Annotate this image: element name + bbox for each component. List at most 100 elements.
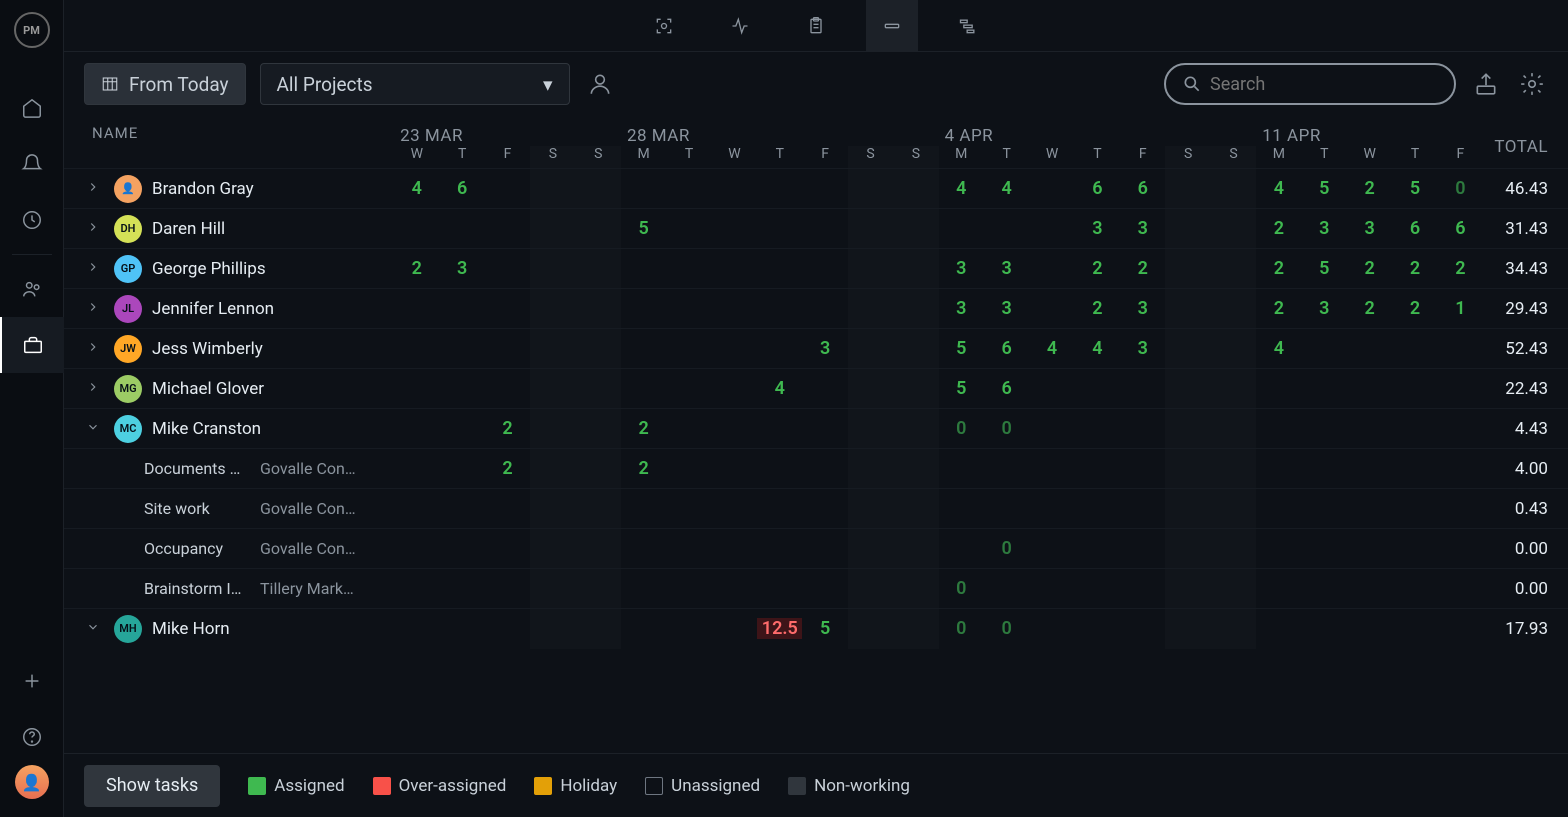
- nav-add[interactable]: [0, 653, 64, 709]
- workload-cell[interactable]: 6: [984, 378, 1029, 399]
- workload-cell[interactable]: 2: [1075, 258, 1120, 279]
- user-avatar[interactable]: 👤: [15, 765, 49, 799]
- workload-cell[interactable]: 3: [439, 258, 484, 279]
- workload-cell[interactable]: 4: [1256, 178, 1301, 199]
- workload-cell[interactable]: 2: [621, 458, 666, 479]
- workload-cell[interactable]: 2: [1256, 258, 1301, 279]
- workload-cell[interactable]: 2: [1438, 258, 1483, 279]
- workload-cell[interactable]: 0: [984, 418, 1029, 439]
- workload-cell[interactable]: 1: [1438, 298, 1483, 319]
- expand-chevron-icon[interactable]: [86, 419, 104, 439]
- expand-chevron-icon[interactable]: [86, 299, 104, 319]
- workload-cell[interactable]: 4: [1029, 338, 1074, 359]
- workload-cell[interactable]: 2: [1347, 298, 1392, 319]
- person-row[interactable]: MHMike Horn12.550017.93: [64, 609, 1568, 649]
- expand-chevron-icon[interactable]: [86, 619, 104, 639]
- person-row[interactable]: JLJennifer Lennon33232322129.43: [64, 289, 1568, 329]
- view-clipboard-icon[interactable]: [790, 0, 842, 52]
- workload-cell[interactable]: 2: [485, 458, 530, 479]
- workload-cell[interactable]: 4: [757, 378, 802, 399]
- nav-home[interactable]: [0, 80, 64, 136]
- task-row[interactable]: OccupancyGovalle Con…00.00: [64, 529, 1568, 569]
- export-icon[interactable]: [1470, 68, 1502, 100]
- workload-cell[interactable]: 2: [1347, 178, 1392, 199]
- nav-recent[interactable]: [0, 192, 64, 248]
- person-row[interactable]: JWJess Wimberly356443452.43: [64, 329, 1568, 369]
- workload-cell[interactable]: 5: [939, 338, 984, 359]
- view-scan-icon[interactable]: [638, 0, 690, 52]
- workload-cell[interactable]: 0: [939, 578, 984, 599]
- workload-cell[interactable]: 4: [394, 178, 439, 199]
- expand-chevron-icon[interactable]: [86, 339, 104, 359]
- workload-cell[interactable]: 6: [1075, 178, 1120, 199]
- person-row[interactable]: DHDaren Hill5332336631.43: [64, 209, 1568, 249]
- workload-cell[interactable]: 5: [1392, 178, 1437, 199]
- workload-cell[interactable]: 6: [1120, 178, 1165, 199]
- person-filter-icon[interactable]: [584, 68, 616, 100]
- workload-cell[interactable]: 5: [1302, 258, 1347, 279]
- search-input[interactable]: [1210, 74, 1438, 95]
- workload-cell[interactable]: 2: [1392, 298, 1437, 319]
- workload-cell[interactable]: 0: [939, 418, 984, 439]
- workload-cell[interactable]: 0: [1438, 178, 1483, 199]
- workload-cell[interactable]: 3: [802, 338, 847, 359]
- workload-cell[interactable]: 2: [1347, 258, 1392, 279]
- view-activity-icon[interactable]: [714, 0, 766, 52]
- task-row[interactable]: Brainstorm I…Tillery Mark…00.00: [64, 569, 1568, 609]
- expand-chevron-icon[interactable]: [86, 379, 104, 399]
- workload-cell[interactable]: 3: [1120, 298, 1165, 319]
- nav-workload[interactable]: [0, 317, 64, 373]
- workload-cell[interactable]: 4: [1256, 338, 1301, 359]
- person-row[interactable]: GPGeorge Phillips2333222522234.43: [64, 249, 1568, 289]
- workload-cell[interactable]: 6: [439, 178, 484, 199]
- workload-cell[interactable]: 4: [1075, 338, 1120, 359]
- workload-cell[interactable]: 5: [621, 218, 666, 239]
- nav-help[interactable]: [0, 709, 64, 765]
- workload-cell[interactable]: 2: [1256, 298, 1301, 319]
- search-box[interactable]: [1164, 63, 1456, 105]
- workload-cell[interactable]: 3: [1120, 338, 1165, 359]
- workload-cell[interactable]: 3: [1347, 218, 1392, 239]
- nav-notifications[interactable]: [0, 136, 64, 192]
- workload-cell[interactable]: 2: [394, 258, 439, 279]
- workload-cell[interactable]: 3: [984, 258, 1029, 279]
- show-tasks-button[interactable]: Show tasks: [84, 765, 220, 807]
- task-row[interactable]: Documents …Govalle Con…224.00: [64, 449, 1568, 489]
- workload-grid[interactable]: NAME23 MAR28 MAR4 APR11 APRTOTALWTFSSMTW…: [64, 116, 1568, 753]
- settings-icon[interactable]: [1516, 68, 1548, 100]
- workload-cell[interactable]: 3: [939, 258, 984, 279]
- workload-cell[interactable]: 0: [984, 618, 1029, 639]
- expand-chevron-icon[interactable]: [86, 179, 104, 199]
- expand-chevron-icon[interactable]: [86, 259, 104, 279]
- workload-cell[interactable]: 6: [1392, 218, 1437, 239]
- workload-cell[interactable]: 2: [1120, 258, 1165, 279]
- view-workload-icon[interactable]: [866, 0, 918, 52]
- workload-cell[interactable]: 3: [1075, 218, 1120, 239]
- workload-cell[interactable]: 3: [1302, 298, 1347, 319]
- workload-cell[interactable]: 6: [984, 338, 1029, 359]
- workload-cell[interactable]: 5: [939, 378, 984, 399]
- workload-cell[interactable]: 0: [939, 618, 984, 639]
- workload-cell[interactable]: 2: [1392, 258, 1437, 279]
- workload-cell[interactable]: 2: [621, 418, 666, 439]
- expand-chevron-icon[interactable]: [86, 219, 104, 239]
- workload-cell[interactable]: 3: [1302, 218, 1347, 239]
- project-filter-select[interactable]: All Projects ▾: [260, 63, 570, 105]
- workload-cell[interactable]: 4: [939, 178, 984, 199]
- workload-cell[interactable]: 0: [984, 538, 1029, 559]
- task-row[interactable]: Site workGovalle Con…0.43: [64, 489, 1568, 529]
- workload-cell[interactable]: 5: [802, 618, 847, 639]
- person-row[interactable]: 👤Brandon Gray4644664525046.43: [64, 169, 1568, 209]
- workload-cell[interactable]: 5: [1302, 178, 1347, 199]
- workload-cell[interactable]: 6: [1438, 218, 1483, 239]
- workload-cell[interactable]: 3: [939, 298, 984, 319]
- workload-cell[interactable]: 2: [485, 418, 530, 439]
- person-row[interactable]: MGMichael Glover45622.43: [64, 369, 1568, 409]
- from-today-button[interactable]: From Today: [84, 63, 246, 105]
- workload-cell[interactable]: 2: [1256, 218, 1301, 239]
- nav-team[interactable]: [0, 261, 64, 317]
- workload-cell[interactable]: 12.5: [757, 618, 802, 639]
- workload-cell[interactable]: 2: [1075, 298, 1120, 319]
- workload-cell[interactable]: 3: [1120, 218, 1165, 239]
- workload-cell[interactable]: 4: [984, 178, 1029, 199]
